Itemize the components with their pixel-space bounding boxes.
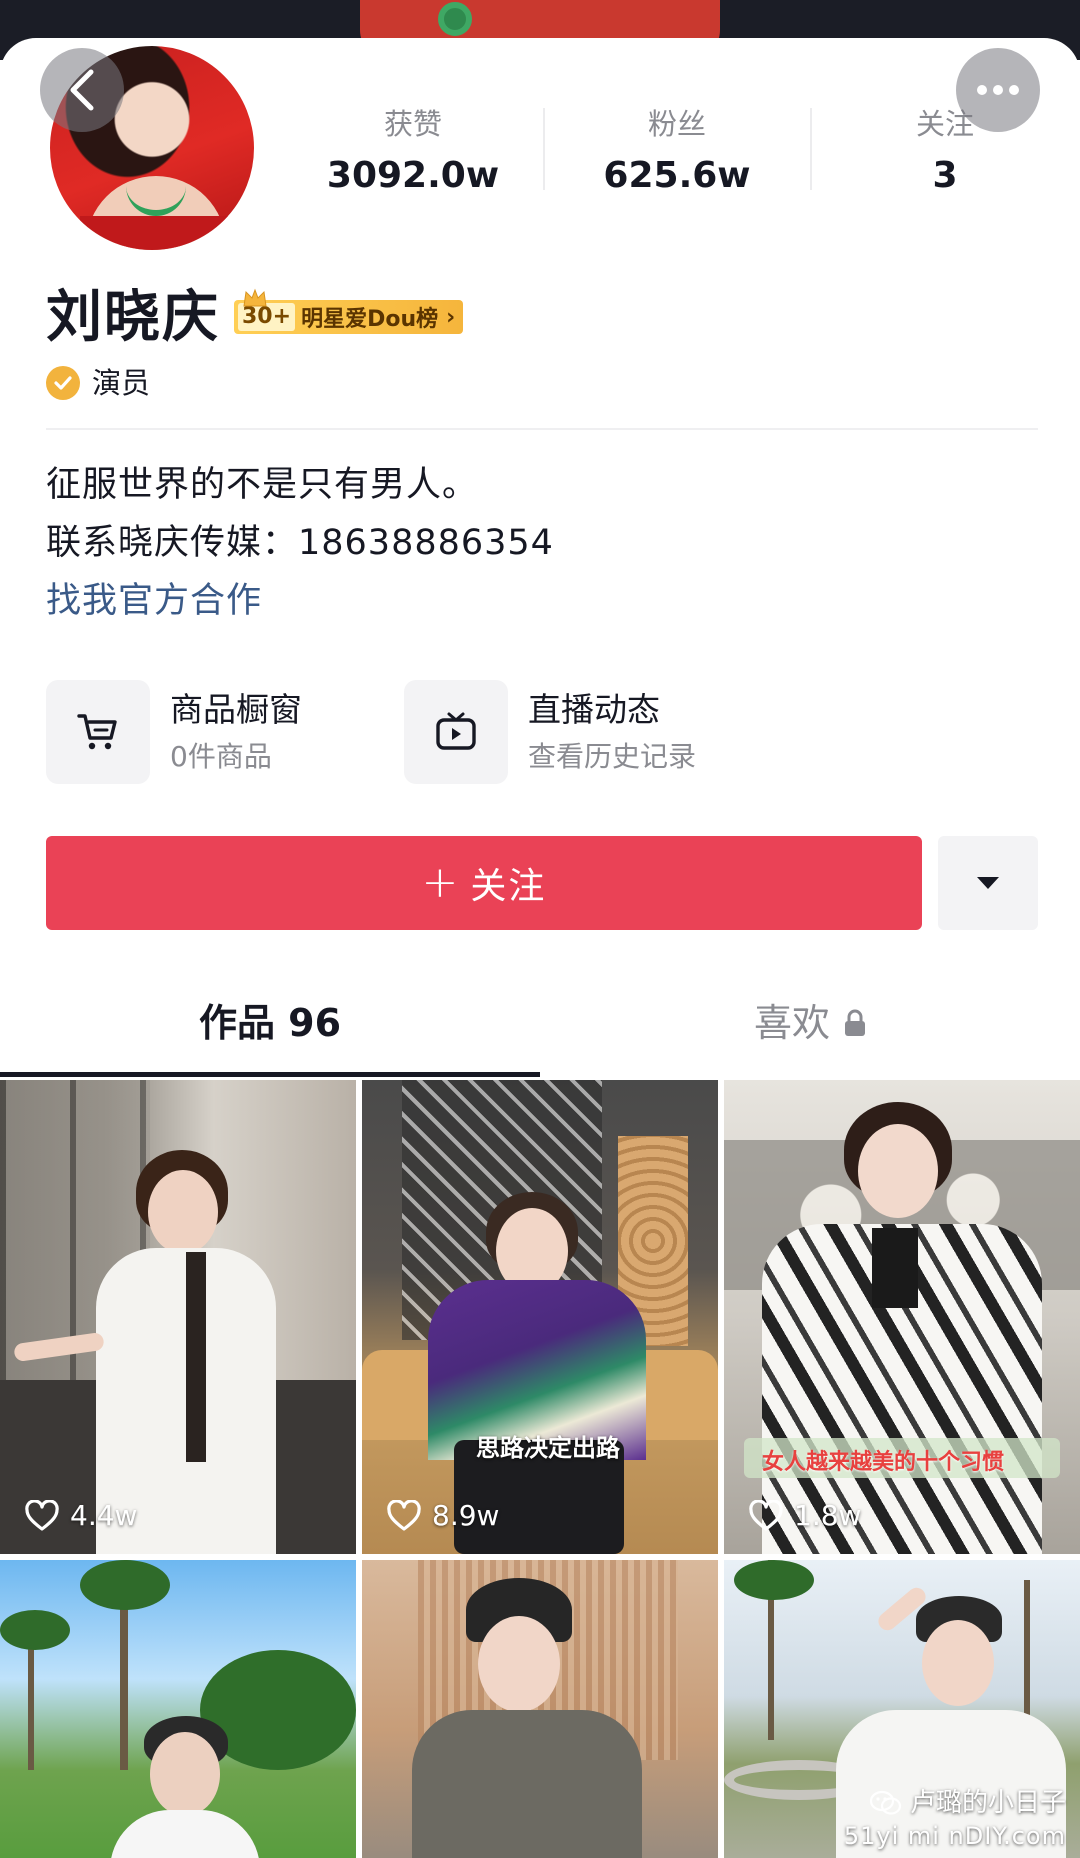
heart-outline-icon [387, 1499, 421, 1531]
video-thumbnail[interactable] [0, 1560, 356, 1858]
shop-window-entry[interactable]: 商品橱窗 0件商品 [46, 680, 302, 784]
active-tab-indicator [0, 1072, 540, 1077]
back-button[interactable] [40, 48, 124, 132]
more-dots-icon [977, 85, 987, 95]
cart-icon [46, 680, 150, 784]
live-history-subtitle: 查看历史记录 [528, 740, 697, 773]
stat-likes[interactable]: 获赞 3092.0w [318, 106, 508, 202]
profile-card: 获赞 3092.0w 粉丝 625.6w 关注 3 刘晓庆 30+ 明星爱Dou… [0, 38, 1080, 1858]
shop-window-title: 商品橱窗 [170, 690, 302, 729]
stat-divider [810, 108, 812, 190]
video-likes-count: 8.9w [432, 1499, 500, 1532]
video-caption: 思路决定出路 [476, 1434, 620, 1462]
crown-icon [243, 288, 267, 307]
stat-value: 625.6w [603, 155, 751, 196]
video-likes: 8.9w [386, 1499, 499, 1532]
watermark: 卢璐的小日子 51yi mi nDIY.com [844, 1786, 1066, 1852]
video-likes-count: 1.8w [794, 1499, 862, 1532]
header-photo-pendant [438, 2, 472, 36]
follow-label: 关注 [470, 866, 547, 907]
lock-icon [845, 1009, 865, 1036]
recommend-dropdown-button[interactable] [938, 836, 1038, 930]
profile-name: 刘晓庆 [46, 285, 220, 350]
heart-outline-icon [749, 1499, 783, 1531]
video-caption: 女人越来越美的十个习惯 [762, 1450, 1005, 1475]
stat-divider [543, 108, 545, 190]
video-likes: 4.4w [24, 1499, 137, 1532]
heart-outline-icon [25, 1499, 59, 1531]
cooperation-link[interactable]: 找我官方合作 [46, 578, 262, 624]
stat-label: 获赞 [383, 107, 442, 141]
tab-likes[interactable]: 喜欢 [540, 996, 1080, 1050]
video-thumbnail[interactable]: 女人越来越美的十个习惯 1.8w [724, 1080, 1080, 1554]
stat-value: 3 [932, 155, 958, 196]
wechat-icon [869, 1790, 902, 1815]
rank-badge[interactable]: 30+ 明星爱Dou榜 › [234, 288, 464, 334]
shop-window-subtitle: 0件商品 [170, 740, 272, 773]
stat-followers[interactable]: 粉丝 625.6w [582, 106, 772, 202]
verification-label: 演员 [92, 366, 151, 400]
more-options-button[interactable] [956, 48, 1040, 132]
plus-icon: + [421, 857, 461, 908]
divider [46, 428, 1038, 430]
watermark-line1: 卢璐的小日子 [909, 1788, 1066, 1818]
live-history-entry[interactable]: 直播动态 查看历史记录 [404, 680, 696, 784]
video-likes: 1.8w [748, 1499, 861, 1532]
chevron-right-icon: › [446, 304, 456, 330]
video-thumbnail[interactable]: 4.4w [0, 1080, 356, 1554]
live-tv-icon [404, 680, 508, 784]
chevron-left-icon [70, 69, 94, 111]
video-thumbnail[interactable] [362, 1560, 718, 1858]
stat-value: 3092.0w [326, 155, 500, 196]
verification-row: 演员 [46, 366, 150, 400]
video-thumbnail[interactable]: 思路决定出路 8.9w [362, 1080, 718, 1554]
watermark-line2: 51yi mi nDIY.com [843, 1822, 1066, 1850]
triangle-down-icon [977, 877, 999, 889]
tab-works[interactable]: 作品 96 [0, 996, 540, 1050]
bio-line: 征服世界的不是只有男人。 [46, 465, 479, 505]
live-history-title: 直播动态 [528, 690, 660, 729]
bio-line: 联系晓庆传媒：18638886354 [46, 523, 554, 563]
stat-label: 粉丝 [647, 107, 706, 141]
video-likes-count: 4.4w [70, 1499, 138, 1532]
tab-likes-label: 喜欢 [753, 1001, 830, 1045]
rank-label: 明星爱Dou榜 [301, 307, 439, 332]
verified-check-icon [46, 366, 80, 400]
follow-button[interactable]: + 关注 [46, 836, 922, 930]
